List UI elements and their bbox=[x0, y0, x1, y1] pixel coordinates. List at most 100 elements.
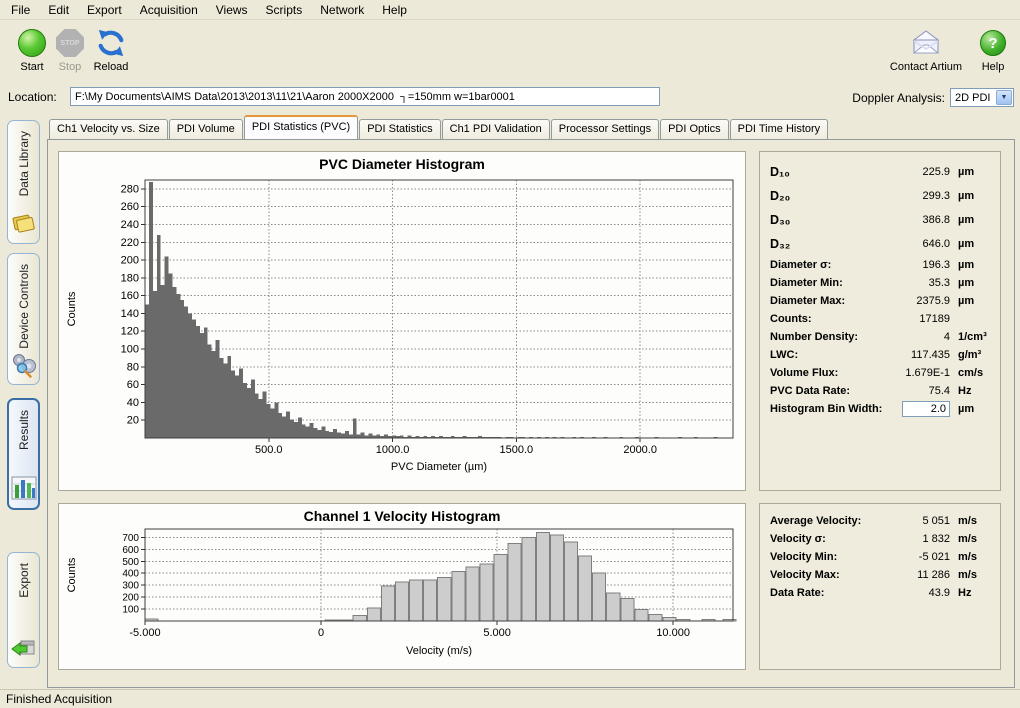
stat-label: Diameter Max: bbox=[770, 295, 886, 307]
stat-label: Volume Flux: bbox=[770, 367, 886, 379]
svg-text:600: 600 bbox=[122, 545, 139, 556]
stat-row-counts: Counts:17189 bbox=[760, 310, 1000, 328]
velocity-stats-rows: Average Velocity:5 051m/sVelocity σ:1 83… bbox=[760, 504, 1000, 602]
menu-item-acquisition[interactable]: Acquisition bbox=[131, 1, 207, 19]
svg-text:280: 280 bbox=[121, 183, 139, 195]
start-button[interactable]: Start bbox=[10, 27, 54, 73]
svg-text:500: 500 bbox=[122, 557, 139, 568]
svg-text:Counts: Counts bbox=[66, 291, 78, 326]
svg-text:700: 700 bbox=[122, 533, 139, 544]
stat-label: Data Rate: bbox=[770, 587, 886, 599]
toolbar: Start STOP Stop Reload Contact Artium bbox=[0, 21, 1020, 85]
histogram-bin-width-unit: µm bbox=[950, 403, 996, 415]
stat-row-number-density: Number Density:41/cm³ bbox=[760, 328, 1000, 346]
svg-text:200: 200 bbox=[121, 255, 139, 267]
menu-bar: FileEditExportAcquisitionViewsScriptsNet… bbox=[0, 0, 1020, 20]
svg-text:120: 120 bbox=[121, 326, 139, 338]
sidebar-item-data-library[interactable]: Data Library bbox=[7, 120, 40, 244]
tab-processor-settings[interactable]: Processor Settings bbox=[551, 119, 659, 139]
tab-pdi-optics[interactable]: PDI Optics bbox=[660, 119, 729, 139]
svg-text:-5.000: -5.000 bbox=[129, 627, 160, 639]
svg-text:140: 140 bbox=[121, 308, 139, 320]
menu-item-file[interactable]: File bbox=[2, 1, 39, 19]
stat-value: 646.0 bbox=[886, 238, 950, 250]
stat-row-volume-flux: Volume Flux:1.679E-1cm/s bbox=[760, 364, 1000, 382]
sidebar-item-results[interactable]: Results bbox=[7, 398, 40, 510]
stat-row-velocity-min: Velocity Min:-5 021m/s bbox=[760, 548, 1000, 566]
menu-item-scripts[interactable]: Scripts bbox=[257, 1, 312, 19]
export-arrow-icon bbox=[11, 635, 37, 661]
reload-icon bbox=[88, 27, 134, 59]
menu-item-edit[interactable]: Edit bbox=[39, 1, 78, 19]
stat-unit: 1/cm³ bbox=[950, 331, 996, 343]
svg-text:160: 160 bbox=[121, 290, 139, 302]
velocity-chart-title: Channel 1 Velocity Histogram bbox=[59, 504, 745, 524]
stat-unit: cm/s bbox=[950, 367, 996, 379]
svg-text:2000.0: 2000.0 bbox=[623, 444, 657, 456]
envelope-icon bbox=[880, 27, 972, 59]
svg-text:260: 260 bbox=[121, 201, 139, 213]
tab-ch1-pdi-validation[interactable]: Ch1 PDI Validation bbox=[442, 119, 550, 139]
bar-chart-icon bbox=[11, 476, 37, 502]
stop-icon: STOP bbox=[56, 29, 84, 57]
tab-pdi-time-history[interactable]: PDI Time History bbox=[730, 119, 829, 139]
stat-value: 11 286 bbox=[886, 569, 950, 581]
status-text: Finished Acquisition bbox=[6, 692, 112, 706]
contact-artium-label: Contact Artium bbox=[880, 61, 972, 73]
chevron-down-icon: ▼ bbox=[996, 90, 1012, 105]
stat-unit: µm bbox=[950, 166, 996, 178]
pvc-diameter-histogram-panel: PVC Diameter Histogram 20406080100120140… bbox=[58, 151, 746, 491]
stat-value: 225.9 bbox=[886, 166, 950, 178]
menu-item-network[interactable]: Network bbox=[311, 1, 373, 19]
svg-text:80: 80 bbox=[127, 361, 139, 373]
svg-text:60: 60 bbox=[127, 379, 139, 391]
stat-value: 386.8 bbox=[886, 214, 950, 226]
histogram-bin-width-row: Histogram Bin Width: µm bbox=[760, 400, 1000, 418]
menu-item-views[interactable]: Views bbox=[207, 1, 257, 19]
stat-row-d: D₁₀225.9µm bbox=[760, 160, 1000, 184]
velocity-histogram-panel: Channel 1 Velocity Histogram 10020030040… bbox=[58, 503, 746, 670]
stat-label: D₃₂ bbox=[770, 237, 886, 251]
pvc-statistics-panel: D₁₀225.9µmD₂₀299.3µmD₃₀386.8µmD₃₂646.0µm… bbox=[759, 151, 1001, 491]
stat-value: 117.435 bbox=[886, 349, 950, 361]
stat-value: -5 021 bbox=[886, 551, 950, 563]
stat-unit: Hz bbox=[950, 385, 996, 397]
stat-value: 299.3 bbox=[886, 190, 950, 202]
stat-label: Diameter Min: bbox=[770, 277, 886, 289]
stat-row-lwc: LWC:117.435g/m³ bbox=[760, 346, 1000, 364]
tab-ch1-velocity-vs-size[interactable]: Ch1 Velocity vs. Size bbox=[49, 119, 168, 139]
location-input[interactable] bbox=[70, 87, 660, 106]
stop-badge: STOP bbox=[61, 40, 80, 47]
tab-pdi-volume[interactable]: PDI Volume bbox=[169, 119, 243, 139]
stat-label: Number Density: bbox=[770, 331, 886, 343]
contact-artium-button[interactable]: Contact Artium bbox=[880, 27, 972, 73]
tab-pdi-statistics[interactable]: PDI Statistics bbox=[359, 119, 440, 139]
stat-unit: µm bbox=[950, 259, 996, 271]
doppler-analysis-value: 2D PDI bbox=[951, 92, 996, 104]
svg-text:100: 100 bbox=[121, 344, 139, 356]
menu-item-export[interactable]: Export bbox=[78, 1, 131, 19]
doppler-analysis-select[interactable]: 2D PDI ▼ bbox=[950, 88, 1014, 107]
menu-item-help[interactable]: Help bbox=[373, 1, 416, 19]
help-button[interactable]: ? Help bbox=[974, 27, 1012, 73]
reload-button[interactable]: Reload bbox=[88, 27, 134, 73]
stat-unit: µm bbox=[950, 190, 996, 202]
svg-text:200: 200 bbox=[122, 593, 139, 604]
svg-text:PVC Diameter (µm): PVC Diameter (µm) bbox=[391, 461, 487, 473]
svg-text:20: 20 bbox=[127, 415, 139, 427]
stat-value: 5 051 bbox=[886, 515, 950, 527]
stat-value: 2375.9 bbox=[886, 295, 950, 307]
stat-label: Velocity Max: bbox=[770, 569, 886, 581]
sidebar-item-export[interactable]: Export bbox=[7, 552, 40, 668]
histogram-bin-width-input[interactable] bbox=[902, 401, 950, 417]
stat-unit: µm bbox=[950, 295, 996, 307]
stat-unit: m/s bbox=[950, 551, 996, 563]
sidebar-item-label: Export bbox=[17, 563, 31, 598]
stop-button[interactable]: STOP Stop bbox=[50, 27, 90, 73]
sidebar-item-device-controls[interactable]: Device Controls bbox=[7, 253, 40, 385]
sidebar: Data Library Device Controls Results Export bbox=[0, 110, 47, 688]
stat-value: 1.679E-1 bbox=[886, 367, 950, 379]
status-bar: Finished Acquisition bbox=[0, 689, 1020, 708]
gears-magnifier-icon bbox=[11, 352, 37, 378]
tab-pdi-statistics-pvc[interactable]: PDI Statistics (PVC) bbox=[244, 115, 358, 139]
